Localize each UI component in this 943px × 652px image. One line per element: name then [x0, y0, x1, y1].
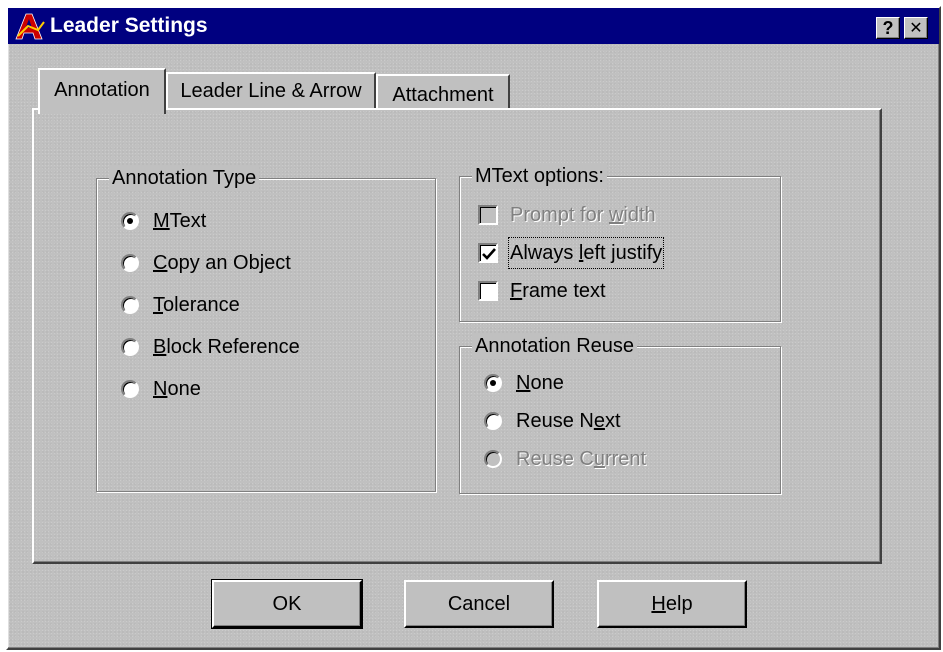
checkbox-frame-text[interactable]: Frame text [478, 277, 758, 305]
option-label: Prompt for width [510, 204, 656, 226]
option-label: None [153, 378, 201, 400]
group-title: MText options: [472, 163, 607, 189]
help-button[interactable]: Help [597, 580, 747, 628]
radio-copy-an-object[interactable]: Copy an Object [121, 249, 381, 277]
radio-none[interactable]: None [121, 375, 321, 403]
cancel-button[interactable]: Cancel [404, 580, 554, 628]
radio-button [121, 296, 139, 314]
tab-leader-line-arrow[interactable]: Leader Line & Arrow [166, 72, 376, 110]
checkmark-icon [482, 248, 496, 260]
tab-label: Leader Line & Arrow [180, 80, 362, 102]
option-label: Always left justify [507, 237, 665, 269]
radio-selected-dot [490, 380, 496, 386]
radio-button [121, 338, 139, 356]
checkbox-always-left-justify[interactable]: Always left justify [478, 237, 758, 269]
tab-attachment[interactable]: Attachment [376, 74, 510, 110]
radio-button [121, 212, 139, 230]
button-label: Cancel [447, 593, 511, 615]
ok-button[interactable]: OK [211, 579, 363, 629]
radio-button [484, 450, 502, 468]
option-label: Block Reference [153, 336, 300, 358]
radio-button [484, 374, 502, 392]
option-label: MText [153, 210, 207, 232]
group-title: Annotation Reuse [472, 333, 638, 359]
tab-label: Annotation [54, 79, 150, 101]
group-title: Annotation Type [109, 165, 260, 191]
radio-button [121, 254, 139, 272]
tab-label: Attachment [392, 84, 494, 106]
radio-tolerance[interactable]: Tolerance [121, 291, 321, 319]
radio-reuse-next[interactable]: Reuse Next [484, 407, 704, 435]
radio-reuse-current[interactable]: Reuse Current [484, 445, 724, 473]
autocad-app-icon [15, 13, 45, 40]
annotation-reuse-group: Annotation Reuse None Reuse Next Reuse C… [459, 333, 781, 494]
checkbox [478, 243, 498, 263]
radio-reuse-none[interactable]: None [484, 369, 684, 397]
option-label: Frame text [510, 280, 606, 302]
checkbox [478, 281, 498, 301]
checkbox [478, 205, 498, 225]
option-label: None [516, 372, 564, 394]
tab-annotation[interactable]: Annotation [38, 68, 166, 114]
mtext-options-group: MText options: Prompt for width Always l… [459, 163, 781, 322]
radio-button [484, 412, 502, 430]
title-bar[interactable]: Leader Settings ? ✕ [8, 8, 939, 44]
button-label: Help [651, 593, 693, 615]
close-button[interactable]: ✕ [904, 17, 928, 39]
option-label: Reuse Next [516, 410, 621, 432]
radio-selected-dot [127, 218, 133, 224]
checkbox-prompt-for-width[interactable]: Prompt for width [478, 201, 758, 229]
button-label: OK [272, 593, 302, 615]
option-label: Tolerance [153, 294, 240, 316]
option-label: Copy an Object [153, 252, 291, 274]
radio-button [121, 380, 139, 398]
close-icon: ✕ [909, 20, 923, 37]
question-icon: ? [882, 17, 894, 38]
radio-block-reference[interactable]: Block Reference [121, 333, 381, 361]
radio-mtext[interactable]: MText [121, 207, 321, 235]
help-title-button[interactable]: ? [876, 17, 900, 39]
window-title: Leader Settings [50, 14, 208, 37]
annotation-type-group: Annotation Type MText Copy an Object Tol… [96, 165, 436, 492]
option-label: Reuse Current [516, 448, 647, 470]
